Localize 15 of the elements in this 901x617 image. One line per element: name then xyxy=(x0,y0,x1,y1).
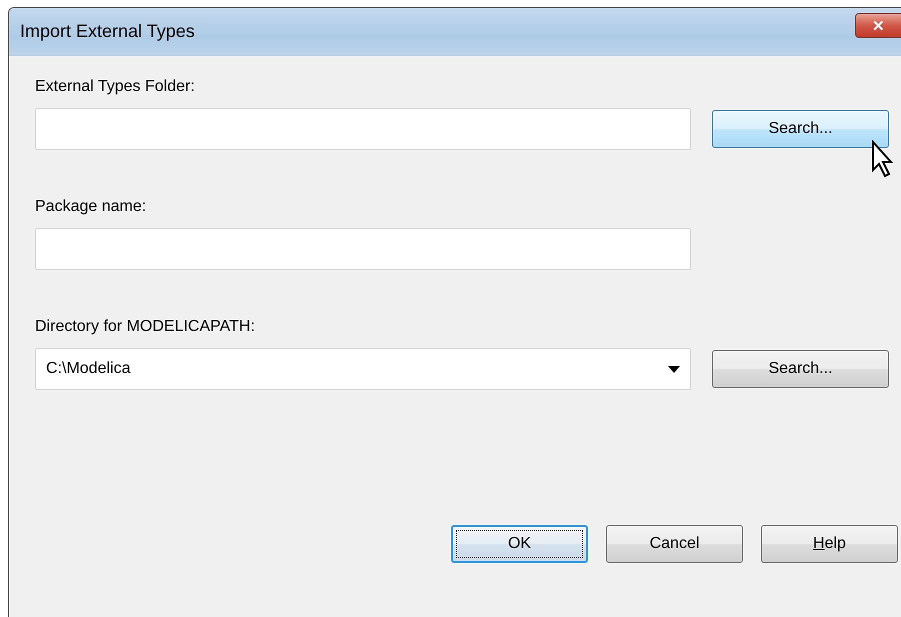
search-button[interactable]: Search... xyxy=(712,110,889,148)
text-field[interactable] xyxy=(35,108,691,150)
combo-box[interactable]: C:\Modelica xyxy=(35,348,691,390)
text-field[interactable] xyxy=(35,228,691,270)
field-label: Directory for MODELICAPATH: xyxy=(35,318,255,337)
search-button[interactable]: Search... xyxy=(712,350,889,388)
field-label: External Types Folder: xyxy=(35,78,195,97)
ok-button[interactable]: OK xyxy=(451,525,588,563)
close-button[interactable]: ✕ xyxy=(855,13,901,38)
window-title: Import External Types xyxy=(20,21,195,42)
cancel-button[interactable]: Cancel xyxy=(606,525,743,563)
field-label: Package name: xyxy=(35,198,146,217)
cursor-icon xyxy=(871,140,895,178)
dropdown-arrow-icon[interactable] xyxy=(668,366,680,372)
help-button[interactable]: Help xyxy=(761,525,898,563)
